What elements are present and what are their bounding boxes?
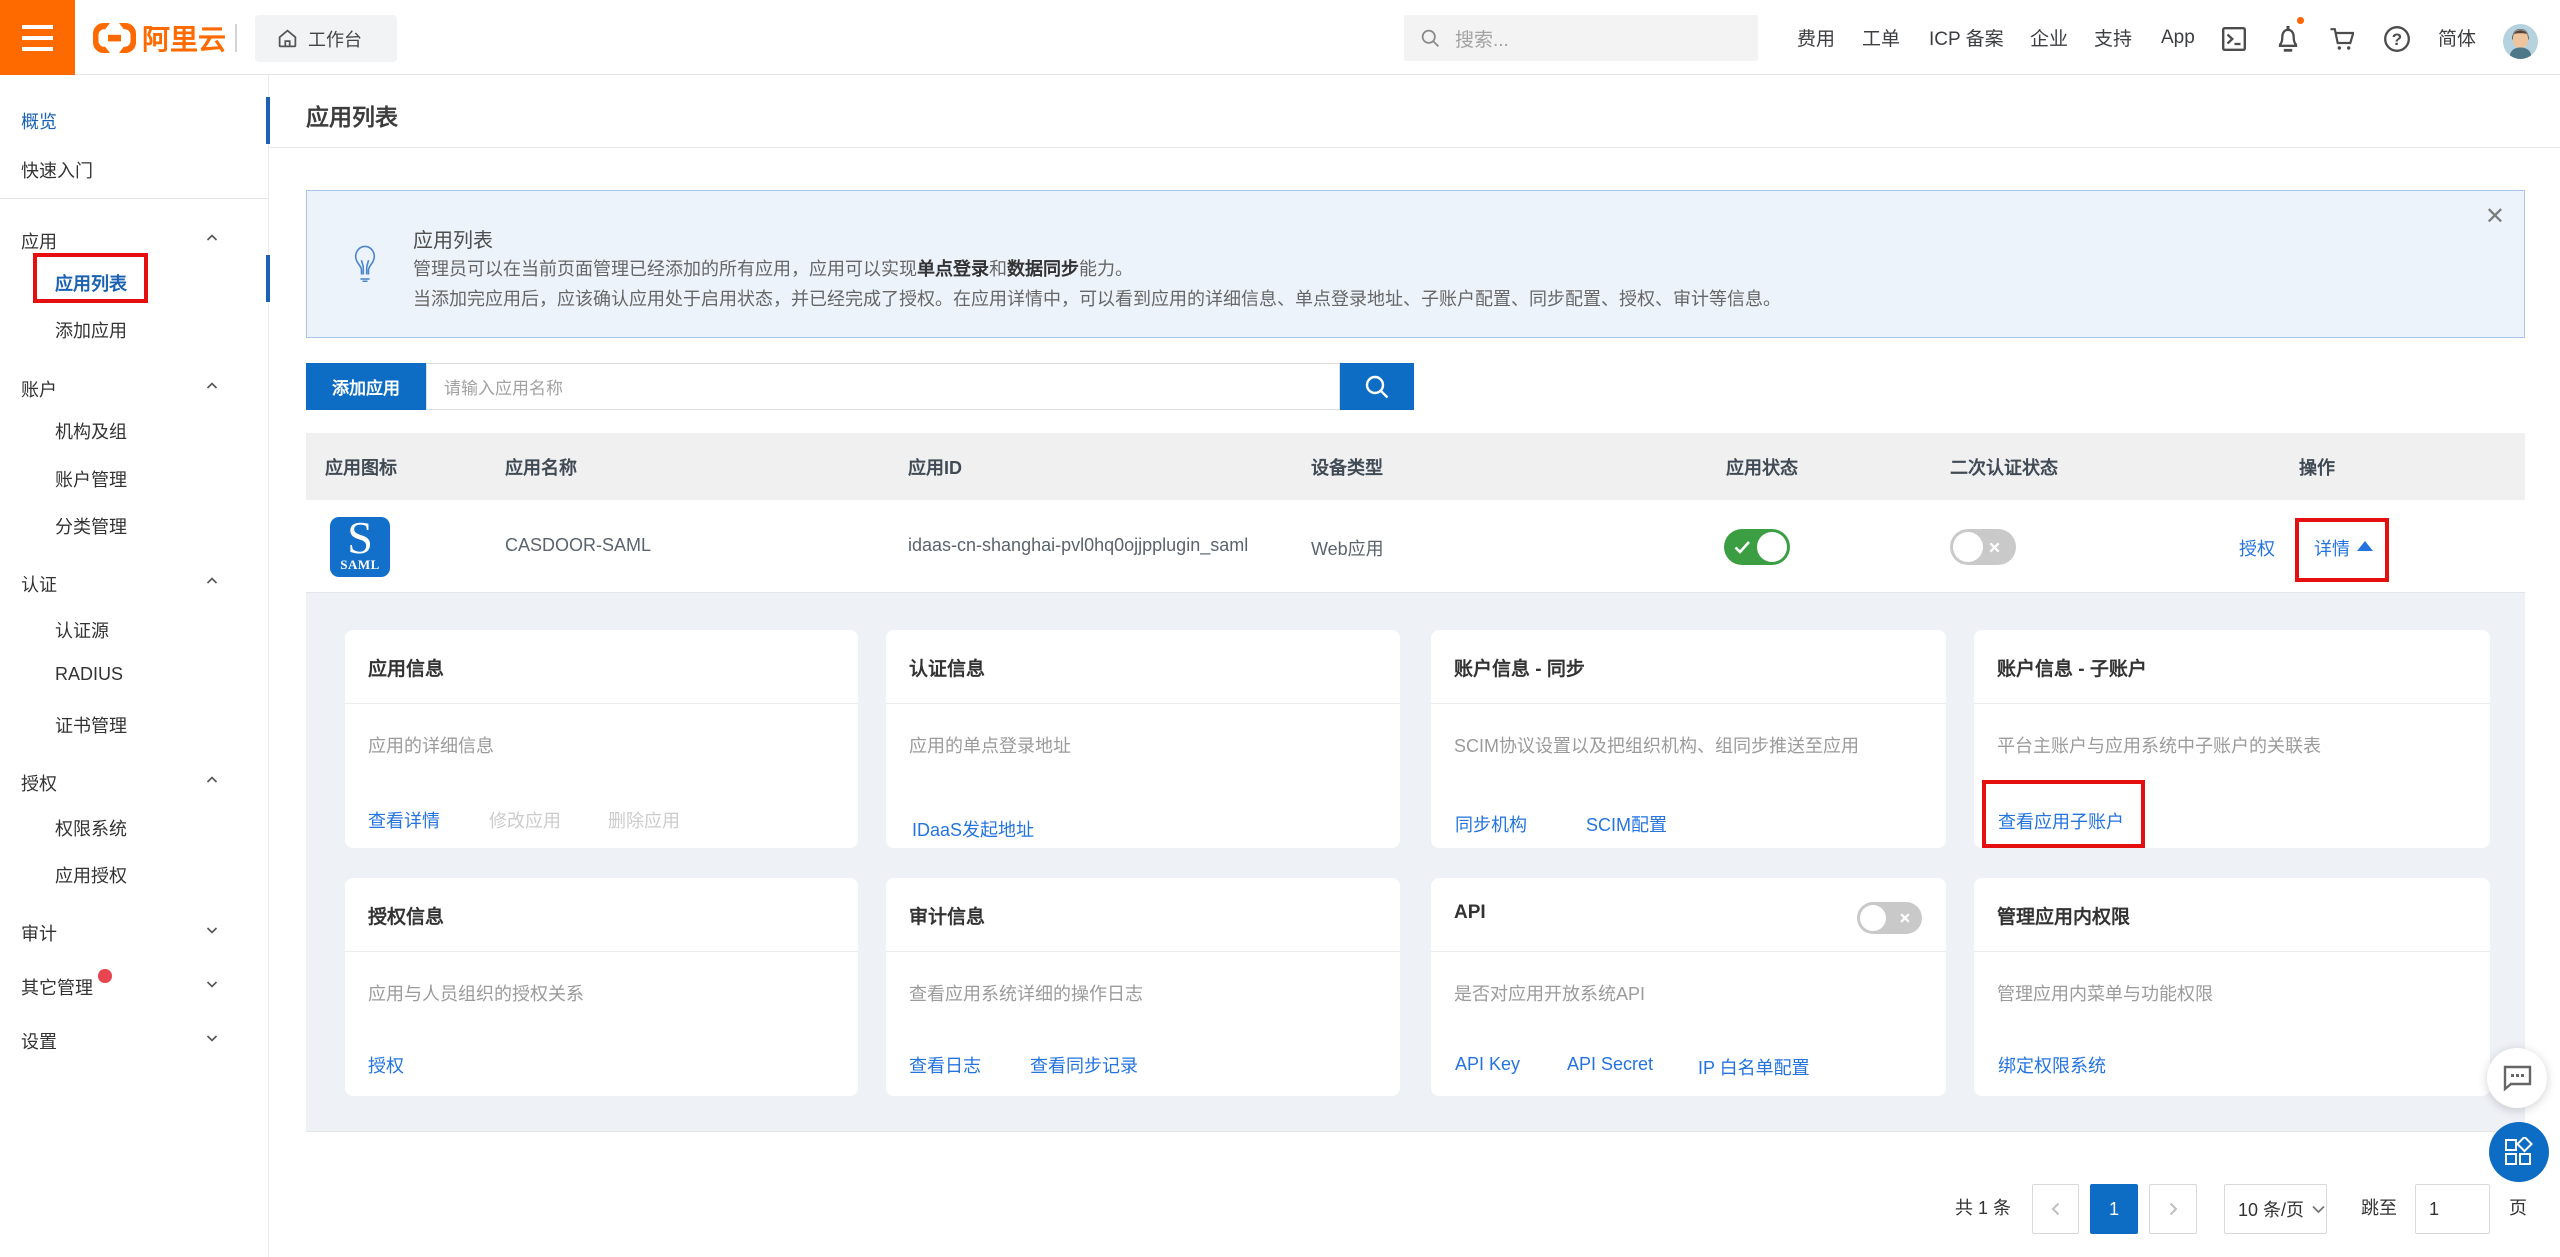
svg-text:?: ?: [2392, 30, 2402, 49]
svg-text:阿里云: 阿里云: [142, 24, 226, 53]
